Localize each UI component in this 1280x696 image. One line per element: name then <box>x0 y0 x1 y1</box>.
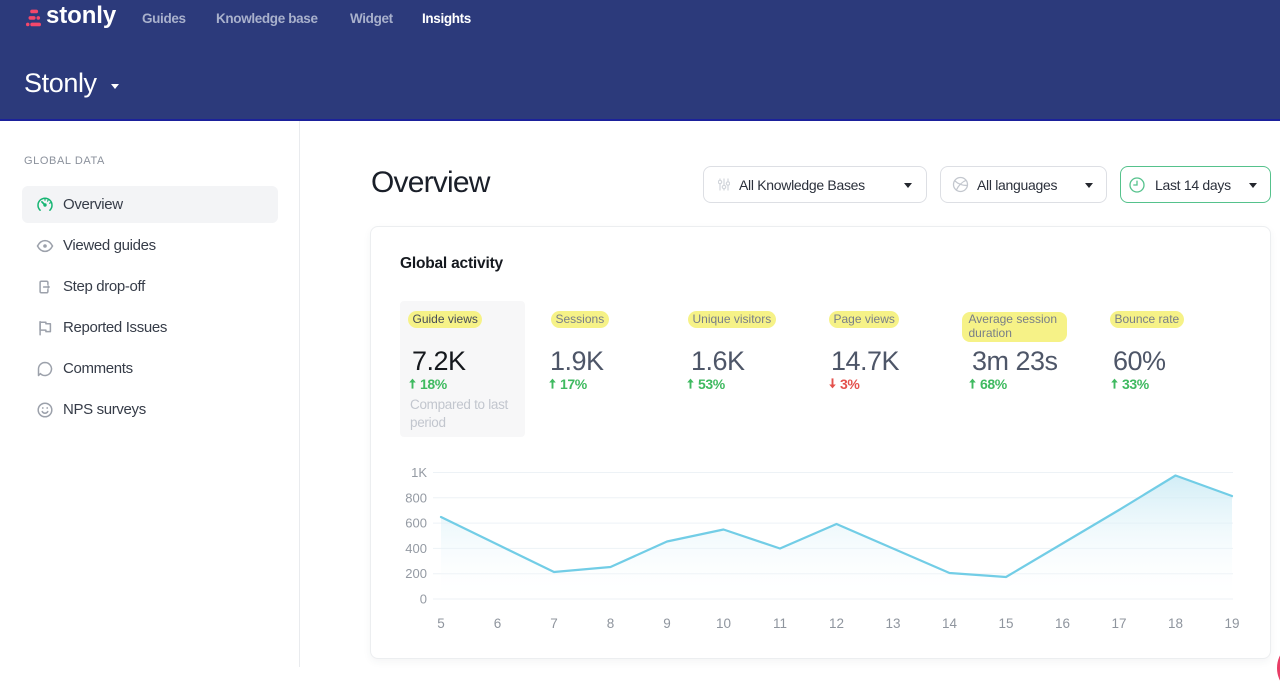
svg-text:9: 9 <box>663 616 671 631</box>
svg-text:17: 17 <box>1111 616 1126 631</box>
svg-text:7: 7 <box>550 616 558 631</box>
svg-text:11: 11 <box>773 616 787 631</box>
svg-text:14: 14 <box>942 616 958 631</box>
svg-text:600: 600 <box>405 516 427 531</box>
svg-text:10: 10 <box>716 616 731 631</box>
svg-text:13: 13 <box>885 616 900 631</box>
svg-text:800: 800 <box>405 490 427 505</box>
svg-text:400: 400 <box>405 541 427 556</box>
svg-text:19: 19 <box>1224 616 1239 631</box>
svg-text:1K: 1K <box>411 465 427 480</box>
svg-text:12: 12 <box>829 616 844 631</box>
svg-text:15: 15 <box>998 616 1013 631</box>
svg-text:0: 0 <box>420 592 427 607</box>
svg-text:8: 8 <box>607 616 615 631</box>
svg-text:200: 200 <box>405 566 427 581</box>
svg-text:5: 5 <box>437 616 445 631</box>
svg-text:16: 16 <box>1055 616 1070 631</box>
svg-text:6: 6 <box>494 616 502 631</box>
svg-text:18: 18 <box>1168 616 1183 631</box>
